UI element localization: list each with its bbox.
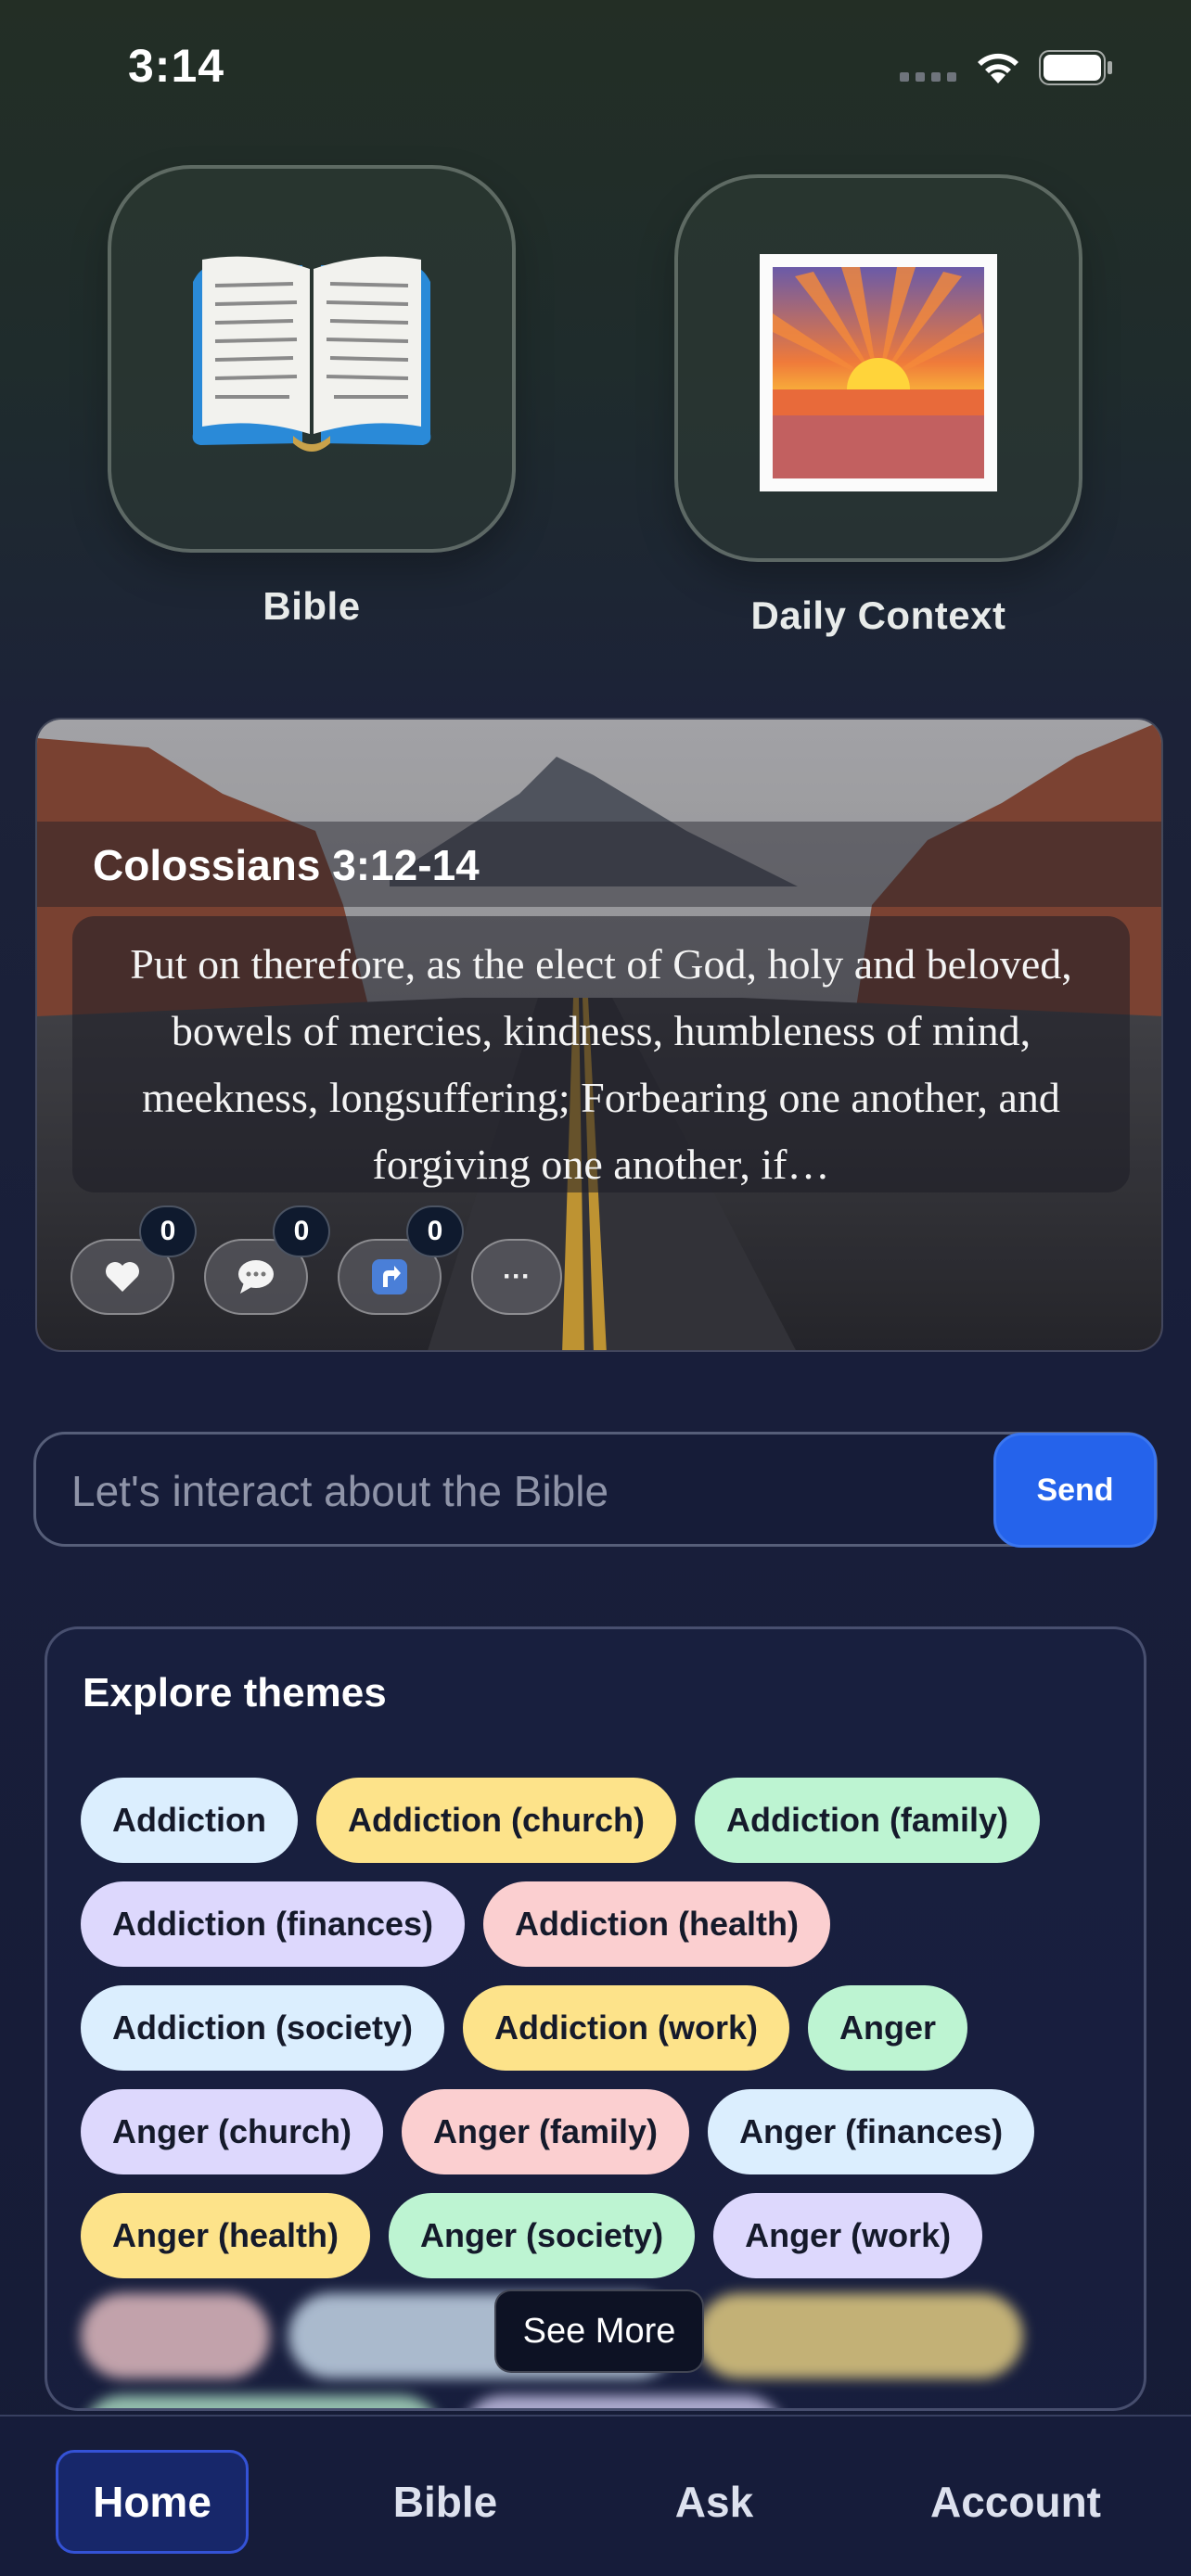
like-count-badge: 0 bbox=[139, 1205, 197, 1257]
daily-context-tile-button[interactable] bbox=[674, 174, 1082, 562]
blurred-theme-row bbox=[81, 2395, 1120, 2408]
theme-chip[interactable]: Addiction (society) bbox=[81, 1985, 445, 2071]
theme-chip[interactable]: Addiction (church) bbox=[315, 1778, 676, 1863]
theme-chip[interactable]: Anger (family) bbox=[402, 2089, 690, 2174]
verse-reference: Colossians 3:12-14 bbox=[93, 841, 480, 889]
theme-chip-list: Addiction Addiction (church) Addiction (… bbox=[81, 1778, 1120, 2278]
status-bar: 3:14 bbox=[0, 0, 1191, 130]
theme-chip[interactable]: Addiction (health) bbox=[483, 1881, 830, 1967]
share-arrow-icon bbox=[372, 1259, 407, 1294]
open-book-icon bbox=[192, 256, 431, 452]
bible-tile-button[interactable] bbox=[108, 165, 516, 553]
theme-chip[interactable]: Anger bbox=[808, 1985, 968, 2071]
theme-chip[interactable]: Addiction bbox=[81, 1778, 298, 1863]
see-more-button[interactable]: See More bbox=[494, 2289, 704, 2373]
tab-home[interactable]: Home bbox=[56, 2450, 249, 2554]
theme-chip[interactable]: Anger (work) bbox=[713, 2193, 983, 2278]
blurred-theme-chip bbox=[697, 2293, 1023, 2378]
verse-text: Put on therefore, as the elect of God, h… bbox=[130, 940, 1072, 1188]
theme-chip[interactable]: Anger (health) bbox=[81, 2193, 371, 2278]
tab-ask[interactable]: Ask bbox=[631, 2450, 798, 2554]
tab-account[interactable]: Account bbox=[890, 2450, 1141, 2554]
explore-themes-card: Explore themes Addiction Addiction (chur… bbox=[45, 1626, 1146, 2411]
theme-chip[interactable]: Anger (finances) bbox=[708, 2089, 1035, 2174]
send-button[interactable]: Send bbox=[993, 1433, 1157, 1548]
status-time: 3:14 bbox=[128, 40, 225, 92]
blurred-theme-chip bbox=[81, 2395, 442, 2408]
speech-bubble-icon bbox=[238, 1260, 274, 1294]
blurred-theme-chip bbox=[461, 2395, 786, 2408]
chat-input[interactable] bbox=[71, 1460, 990, 1522]
theme-chip[interactable]: Anger (society) bbox=[389, 2193, 696, 2278]
explore-themes-title: Explore themes bbox=[83, 1670, 387, 1715]
theme-chip[interactable]: Addiction (finances) bbox=[81, 1881, 466, 1967]
theme-chip[interactable]: Addiction (work) bbox=[463, 1985, 790, 2071]
daily-context-tile-label: Daily Context bbox=[750, 593, 1006, 637]
more-options-icon: ··· bbox=[503, 1261, 531, 1292]
sunrise-picture-icon bbox=[760, 254, 997, 491]
blurred-theme-chip bbox=[81, 2293, 270, 2378]
bottom-tab-bar: Home Bible Ask Account bbox=[0, 2415, 1191, 2576]
share-count-badge: 0 bbox=[406, 1205, 464, 1257]
chat-input-bar: Send bbox=[33, 1432, 1158, 1548]
heart-icon bbox=[106, 1262, 139, 1292]
tab-bible[interactable]: Bible bbox=[352, 2450, 538, 2554]
more-options-button[interactable]: ··· bbox=[471, 1239, 562, 1315]
bible-tile-label: Bible bbox=[263, 584, 361, 628]
wifi-icon bbox=[978, 53, 1018, 83]
cellular-signal-icon bbox=[900, 72, 956, 82]
verse-of-the-day-card[interactable]: Colossians 3:12-14 Put on therefore, as … bbox=[35, 718, 1163, 1352]
battery-icon bbox=[1039, 50, 1112, 85]
theme-chip[interactable]: Addiction (family) bbox=[694, 1778, 1040, 1863]
comment-count-badge: 0 bbox=[273, 1205, 330, 1257]
theme-chip[interactable]: Anger (church) bbox=[81, 2089, 384, 2174]
